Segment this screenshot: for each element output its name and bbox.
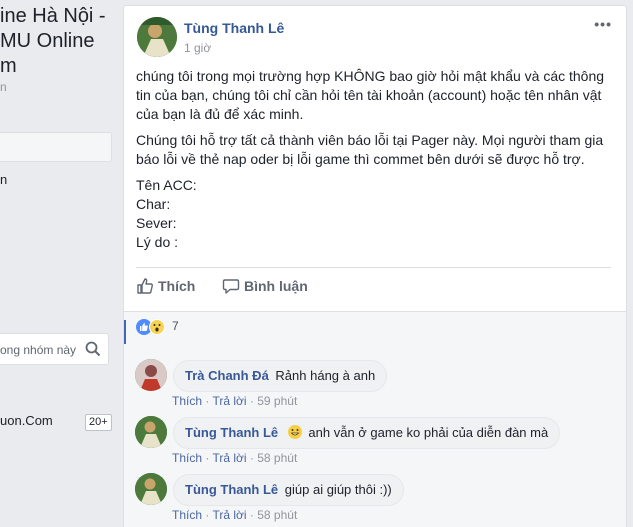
comment-reply-link[interactable]: Trả lời: [212, 451, 246, 465]
comment-time[interactable]: 59 phút: [257, 394, 297, 408]
sidebar-link[interactable]: uon.Com: [0, 413, 53, 428]
field-line: Lý do :: [136, 234, 179, 250]
comments-section: Trà Chanh Đá Rảnh háng à anh Thích · Trả…: [124, 349, 626, 527]
accent-bar: [124, 320, 126, 344]
post-time[interactable]: 1 giờ: [184, 41, 211, 55]
comment-meta: Thích · Trả lời · 58 phút: [172, 508, 298, 522]
comment-meta: Thích · Trả lời · 59 phút: [172, 394, 298, 408]
commenter-avatar[interactable]: [135, 416, 167, 448]
group-search-input[interactable]: ong nhóm này: [0, 333, 109, 365]
commenter-avatar[interactable]: [135, 473, 167, 505]
comment-meta: Thích · Trả lời · 58 phút: [172, 451, 298, 465]
count-badge: 20+: [85, 414, 112, 431]
comment-reply-link[interactable]: Trả lời: [212, 394, 246, 408]
post-paragraph: chúng tôi trong mọi trường hợp KHÔNG bao…: [136, 68, 605, 122]
comment-like-link[interactable]: Thích: [172, 451, 202, 465]
group-subtitle: n: [0, 80, 7, 94]
reaction-count[interactable]: 7: [172, 319, 179, 333]
comment-text: Rảnh háng à anh: [275, 368, 376, 383]
comment-reply-link[interactable]: Trả lời: [212, 508, 246, 522]
post-paragraph: Chúng tôi hỗ trợ tất cả thành viên báo l…: [136, 132, 604, 167]
thumbs-up-icon: [137, 278, 153, 294]
group-title[interactable]: ine Hà Nội - MU Online m: [0, 4, 118, 79]
field-line: Char:: [136, 196, 171, 212]
search-placeholder: ong nhóm này: [0, 343, 77, 357]
commenter-name[interactable]: Tùng Thanh Lê: [185, 482, 278, 497]
commenter-name[interactable]: Tùng Thanh Lê: [185, 425, 278, 440]
sidebar-button[interactable]: [0, 132, 112, 162]
comment-text: giúp ai giúp thôi :)): [284, 482, 392, 497]
divider: [136, 267, 611, 268]
post-author[interactable]: Tùng Thanh Lê: [184, 20, 284, 36]
commenter-name[interactable]: Trà Chanh Đá: [185, 368, 269, 383]
left-sidebar: ine Hà Nội - MU Online m n n ong nhóm nà…: [0, 0, 118, 527]
like-button[interactable]: Thích: [136, 277, 195, 295]
more-options-icon[interactable]: •••: [594, 16, 612, 32]
comment-like-link[interactable]: Thích: [172, 394, 202, 408]
field-line: Tên ACC:: [136, 177, 197, 193]
comment-bubble: Tùng Thanh Lê anh vẫn ở game ko phải của…: [173, 417, 561, 449]
comment-bubble: Trà Chanh Đá Rảnh háng à anh: [173, 360, 388, 392]
comment-bubble: Tùng Thanh Lê giúp ai giúp thôi :)): [173, 474, 404, 506]
post-fields: Tên ACC: Char: Sever: Lý do :: [136, 176, 616, 252]
comment-text: anh vẫn ở game ko phải của diễn đàn mà: [308, 425, 549, 440]
wow-reaction-icon: [149, 319, 165, 335]
comment-icon: [222, 279, 240, 294]
sidebar-item[interactable]: n: [0, 172, 7, 187]
comment-button[interactable]: Bình luận: [222, 277, 308, 295]
grin-emoji-icon: [287, 425, 302, 439]
post-card: Tùng Thanh Lê 1 giờ ••• chúng tôi trong …: [123, 5, 627, 527]
comment-like-link[interactable]: Thích: [172, 508, 202, 522]
post-body: chúng tôi trong mọi trường hợp KHÔNG bao…: [136, 67, 616, 252]
author-avatar[interactable]: [137, 17, 177, 57]
field-line: Sever:: [136, 215, 177, 231]
reactions-bar: [124, 311, 626, 349]
comment-time[interactable]: 58 phút: [257, 451, 297, 465]
comment-time[interactable]: 58 phút: [257, 508, 297, 522]
commenter-avatar[interactable]: [135, 359, 167, 391]
search-icon[interactable]: [84, 340, 102, 358]
